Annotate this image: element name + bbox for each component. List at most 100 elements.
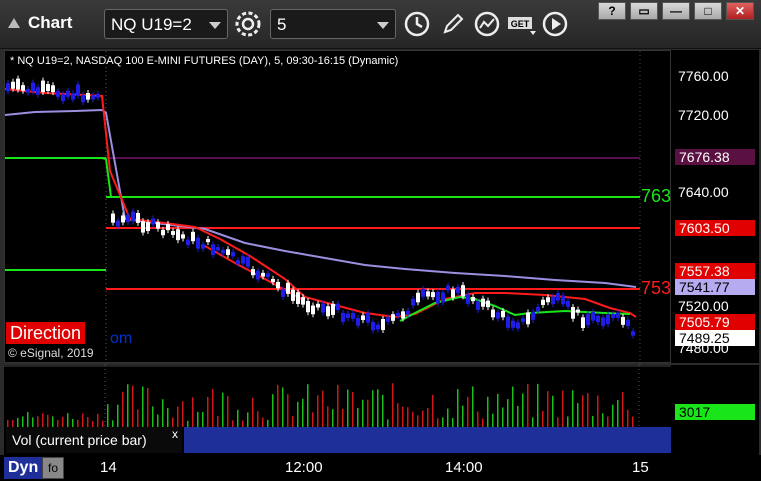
candle-body [216, 247, 220, 251]
volume-bar [422, 410, 424, 427]
volume-bar [172, 417, 174, 427]
play-icon[interactable] [540, 9, 570, 39]
volume-bar [432, 394, 434, 427]
volume-bar [162, 399, 164, 427]
maximize-button[interactable]: □ [694, 2, 722, 20]
candle-body [136, 212, 140, 223]
price-chart[interactable] [4, 51, 672, 364]
help-button[interactable]: ? [598, 2, 626, 20]
dynamic-mode-icon[interactable]: fo [42, 457, 64, 479]
volume-bar [347, 389, 349, 427]
restore-button[interactable]: ▭ [630, 2, 658, 20]
volume-bar [502, 407, 504, 427]
volume-study-label[interactable]: Vol (current price bar) [6, 427, 182, 453]
price-tick-label: 7640.00 [678, 184, 729, 200]
candle-body [141, 221, 145, 233]
chart-caption: * NQ U19=2, NASDAQ 100 E-MINI FUTURES (D… [10, 55, 399, 67]
direction-badge[interactable]: Direction [6, 322, 86, 344]
volume-axis[interactable]: 3017 [671, 365, 759, 455]
price-tick-label: 7720.00 [678, 107, 729, 123]
candle-body [266, 273, 270, 277]
volume-bar [177, 406, 179, 427]
candle-body [486, 300, 490, 308]
candle-body [336, 303, 340, 310]
volume-bar [312, 412, 314, 427]
candle-body [591, 312, 595, 321]
volume-bar [412, 411, 414, 427]
moving-average-purple [4, 108, 637, 288]
chevron-down-icon[interactable] [209, 22, 221, 29]
candle-body [301, 297, 305, 305]
candle-body [51, 85, 55, 93]
volume-bar [402, 406, 404, 427]
candle-body [521, 318, 525, 322]
get-data-icon[interactable]: GET [506, 9, 538, 39]
candle-body [396, 312, 400, 317]
price-axis[interactable]: 7760.00 7720.00 7640.00 7520.00 7480.00 … [671, 50, 759, 363]
candle-body [371, 321, 375, 331]
volume-bar [132, 385, 134, 427]
dynamic-mode-button[interactable]: Dyn [4, 457, 43, 479]
interval-select[interactable]: 5 [270, 9, 396, 39]
volume-bar [407, 407, 409, 427]
volume-bar [122, 391, 124, 427]
candle-body [611, 314, 615, 319]
candle-body [616, 312, 620, 318]
volume-bar [497, 393, 499, 427]
volume-bar [362, 399, 364, 427]
candle-body [416, 292, 420, 303]
volume-bar [27, 412, 29, 427]
candle-body [466, 294, 470, 304]
copyright-text: © eSignal, 2019 [8, 346, 94, 360]
volume-bar [557, 417, 559, 427]
candle-body [571, 307, 575, 319]
candle-body [156, 222, 160, 229]
chevron-down-icon[interactable] [377, 22, 389, 29]
candle-body [476, 301, 480, 310]
candle-body [321, 303, 325, 313]
volume-bar [477, 411, 479, 427]
symbol-input[interactable]: NQ U19=2 [104, 9, 228, 39]
candle-body [281, 289, 285, 297]
volume-bar [107, 404, 109, 427]
time-tick-label: 14 [100, 459, 117, 476]
volume-bar [492, 413, 494, 427]
volume-bar [197, 411, 199, 427]
candle-body [536, 306, 540, 312]
close-button[interactable]: ✕ [726, 2, 754, 20]
volume-bar [427, 408, 429, 427]
volume-bar [17, 417, 19, 427]
candle-body [181, 234, 185, 239]
candle-body [111, 213, 115, 223]
volume-bar [237, 409, 239, 427]
volume-bar [222, 392, 224, 427]
candle-body [96, 93, 100, 98]
clock-icon[interactable] [402, 9, 432, 39]
candle-body [81, 95, 85, 103]
volume-bar [77, 419, 79, 427]
minimize-button[interactable]: — [662, 2, 690, 20]
volume-bar [622, 391, 624, 427]
candle-body [556, 293, 560, 301]
candle-body [376, 324, 380, 330]
candle-body [56, 91, 60, 97]
study-icon[interactable] [472, 9, 502, 39]
time-axis[interactable]: 14 12:00 14:00 15 [0, 455, 761, 481]
close-study-icon[interactable]: x [172, 427, 178, 441]
volume-bar [457, 389, 459, 427]
candle-body [66, 90, 70, 97]
draw-pencil-icon[interactable] [438, 9, 468, 39]
settings-gear-icon[interactable] [233, 9, 263, 39]
volume-bar [352, 392, 354, 427]
candle-body [351, 312, 355, 319]
candle-body [211, 244, 215, 255]
volume-bar [22, 416, 24, 427]
candle-body [481, 298, 485, 307]
candle-body [456, 286, 460, 294]
volume-bar [97, 413, 99, 427]
volume-bar [67, 413, 69, 427]
volume-bar [287, 394, 289, 427]
volume-bar [137, 409, 139, 427]
volume-bar [327, 406, 329, 427]
price-pane[interactable] [4, 50, 672, 364]
